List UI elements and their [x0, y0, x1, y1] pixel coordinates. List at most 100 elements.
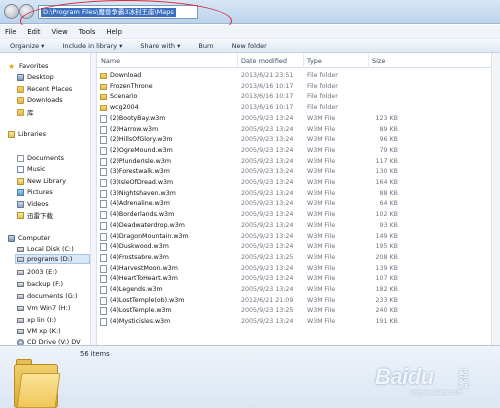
- cell-size: 130 KB: [375, 168, 398, 176]
- nav-drive-g[interactable]: documents (G:): [17, 291, 78, 301]
- pane-splitter[interactable]: [90, 53, 97, 345]
- cell-type: File folder: [307, 93, 338, 101]
- back-button[interactable]: [4, 4, 19, 19]
- cell-name: (4)LostTemple.w3m: [110, 307, 172, 315]
- videos-icon: [17, 200, 24, 208]
- folder-row[interactable]: wcg2004 2013/6/16 10:17 File folder: [97, 103, 500, 113]
- file-row[interactable]: (3)Nightshaven.w3m 2005/9/23 13:24 W3M Fil…: [97, 189, 500, 199]
- cell-type: W3M File: [307, 221, 336, 229]
- file-row[interactable]: (2)PlunderIsle.w3m 2005/9/23 13:24 W3M Fil…: [97, 157, 500, 167]
- column-name[interactable]: Name: [101, 57, 120, 65]
- nav-drive-k[interactable]: VM xp (K:): [17, 326, 61, 336]
- file-row[interactable]: (4)LostTemple(ob).w3m 2012/6/21 21:09 W3M …: [97, 296, 500, 306]
- cell-date: 2005/9/23 13:24: [241, 179, 294, 186]
- file-icon: [100, 275, 107, 284]
- nav-item-label: Desktop: [27, 73, 54, 81]
- cell-date: 2005/9/23 13:24: [241, 146, 294, 154]
- file-row[interactable]: (4)Duskwood.w3m 2005/9/23 13:24 W3M File 19…: [97, 242, 500, 252]
- nav-item-videos[interactable]: Videos: [17, 199, 49, 209]
- cell-date: 2013/6/21 23:51: [241, 72, 294, 79]
- file-row[interactable]: (4)Borderlands.w3m 2005/9/23 13:24 W3M Fil…: [97, 210, 500, 220]
- menu-edit[interactable]: Edit: [27, 28, 40, 36]
- column-divider[interactable]: [303, 53, 304, 68]
- file-row[interactable]: (2)HillsOfGlory.w3m 2005/9/23 13:24 W3M Fi…: [97, 135, 500, 145]
- new-folder-button[interactable]: New folder: [232, 42, 267, 50]
- command-toolbar: Organize ▾ Include in library ▾ Share wi…: [0, 38, 500, 53]
- menu-tools[interactable]: Tools: [79, 28, 96, 36]
- column-divider[interactable]: [237, 53, 238, 68]
- nav-drive-d-selected[interactable]: programs (D:): [15, 254, 90, 264]
- nav-item-music[interactable]: Music: [17, 164, 46, 174]
- cell-name: (3)Nightshaven.w3m: [110, 189, 176, 197]
- nav-item-desktop[interactable]: Desktop: [17, 72, 54, 82]
- nav-item-new-library[interactable]: New Library: [17, 176, 66, 186]
- folder-icon: [100, 105, 107, 112]
- file-row[interactable]: (4)Adrenaline.w3m 2005/9/23 13:24 W3M File…: [97, 199, 500, 209]
- nav-item-label: Pictures: [27, 188, 53, 196]
- cell-date: 2005/9/23 13:24: [241, 211, 294, 219]
- file-row[interactable]: (4)LostTemple.w3m 2005/9/23 13:25 W3M File…: [97, 306, 500, 316]
- file-row[interactable]: (4)Deadwaterdrop.w3m 2005/9/23 13:24 W3M F…: [97, 221, 500, 231]
- cell-type: W3M File: [307, 275, 336, 283]
- file-row[interactable]: (4)HeartToHeart.w3m 2005/9/23 13:24 W3M Fi…: [97, 274, 500, 284]
- nav-item-label: Recent Places: [27, 85, 73, 93]
- nav-item-pictures[interactable]: Pictures: [17, 187, 53, 197]
- nav-item-documents[interactable]: Documents: [17, 153, 64, 163]
- column-type[interactable]: Type: [307, 57, 322, 65]
- nav-drive-i[interactable]: xp lin (I:): [17, 315, 56, 325]
- file-row[interactable]: (2)BootyBay.w3m 2005/9/23 13:24 W3M File 12…: [97, 114, 500, 124]
- file-icon: [100, 157, 107, 166]
- share-with-button[interactable]: Share with ▾: [140, 42, 180, 50]
- burn-button[interactable]: Burn: [198, 42, 213, 50]
- cell-type: File folder: [307, 104, 338, 112]
- file-row[interactable]: (4)Legends.w3m 2005/9/23 13:24 W3M File 182…: [97, 285, 500, 295]
- nav-drive-h[interactable]: Vm Win7 (H:): [17, 303, 70, 313]
- drive-icon: [17, 305, 24, 311]
- file-row[interactable]: (2)Harrow.w3m 2005/9/23 13:24 W3M File 89 K…: [97, 125, 500, 135]
- menu-view[interactable]: View: [52, 28, 68, 36]
- file-row[interactable]: (2)OgreMound.w3m 2005/9/23 13:24 W3M File 7…: [97, 146, 500, 156]
- file-icon: [100, 125, 107, 134]
- vertical-scrollbar[interactable]: [491, 53, 500, 345]
- cell-name: Download: [110, 72, 142, 79]
- cell-type: W3M File: [307, 125, 336, 133]
- cell-date: 2005/9/23 13:24: [241, 125, 294, 133]
- nav-item-label: backup (F:): [27, 280, 64, 288]
- nav-item-label: VM xp (K:): [27, 327, 61, 335]
- nav-item-downloads[interactable]: Downloads: [17, 95, 63, 105]
- file-row[interactable]: (4)HarvestMoon.w3m 2005/9/23 13:24 W3M Fil…: [97, 264, 500, 274]
- nav-item-label: programs (D:): [27, 255, 73, 263]
- file-icon: [100, 318, 107, 327]
- nav-favorites[interactable]: ★ Favorites: [8, 61, 48, 71]
- cell-size: 89 KB: [379, 125, 398, 133]
- column-size[interactable]: Size: [372, 57, 385, 65]
- column-divider[interactable]: [368, 53, 369, 68]
- file-row[interactable]: (3)IsleOfDread.w3m 2005/9/23 13:24 W3M Fil…: [97, 178, 500, 188]
- nav-item-xunlei[interactable]: 迅雷下载: [17, 210, 53, 220]
- cell-date: 2005/9/23 13:24: [241, 168, 294, 176]
- folder-row[interactable]: Scenario 2013/6/16 10:17 File folder: [97, 92, 500, 102]
- cell-name: (4)LostTemple(ob).w3m: [110, 296, 185, 304]
- nav-drive-e[interactable]: 2003 (E:): [17, 267, 57, 277]
- folder-row[interactable]: FrozenThrone 2013/6/16 10:17 File folder: [97, 82, 500, 92]
- column-date[interactable]: Date modified: [241, 57, 287, 65]
- file-row[interactable]: (3)Forestwalk.w3m 2005/9/23 13:24 W3M File…: [97, 167, 500, 177]
- nav-computer[interactable]: Computer: [8, 233, 50, 243]
- file-row[interactable]: (4)Mysticisles.w3m 2005/9/23 13:24 W3M Fil…: [97, 317, 500, 327]
- file-row[interactable]: (4)Frostsabre.w3m 2005/9/23 13:25 W3M File…: [97, 253, 500, 263]
- nav-libraries[interactable]: Libraries: [8, 129, 46, 139]
- cell-size: 102 KB: [375, 211, 398, 219]
- folder-row[interactable]: Download 2013/6/21 23:51 File folder: [97, 71, 500, 81]
- cell-type: W3M File: [307, 211, 336, 219]
- organize-button[interactable]: Organize ▾: [10, 42, 44, 50]
- nav-item-recent-places[interactable]: Recent Places: [17, 84, 72, 94]
- menu-file[interactable]: File: [5, 28, 16, 36]
- nav-item-library-cn[interactable]: 库: [17, 107, 34, 117]
- file-row[interactable]: (4)DragonMountain.w3m 2005/9/23 13:24 W3M …: [97, 232, 500, 242]
- include-in-library-button[interactable]: Include in library ▾: [62, 42, 122, 50]
- menu-help[interactable]: Help: [106, 28, 122, 36]
- nav-drive-f[interactable]: backup (F:): [17, 279, 63, 289]
- cell-type: W3M File: [307, 286, 336, 293]
- nav-drive-c[interactable]: Local Disk (C:): [17, 244, 74, 254]
- cell-name: (3)Forestwalk.w3m: [110, 168, 170, 176]
